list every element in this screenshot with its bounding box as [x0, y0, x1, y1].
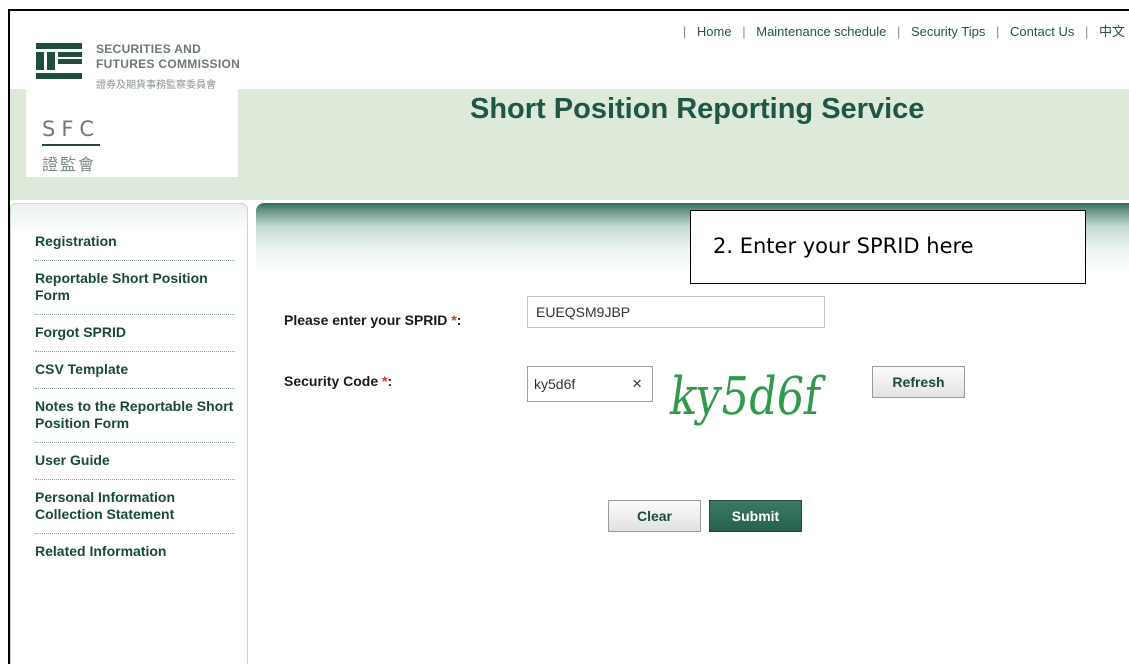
- sidebar-item-registration[interactable]: Registration: [35, 224, 235, 261]
- instruction-callout: 2. Enter your SPRID here: [690, 210, 1086, 284]
- page-frame: SECURITIES AND FUTURES COMMISSION 證券及期貨事…: [8, 9, 1129, 664]
- nav-maintenance-link[interactable]: Maintenance schedule: [756, 24, 886, 39]
- top-navigation: | Home | Maintenance schedule | Security…: [682, 24, 1125, 39]
- sfc-logo-mark-icon: [36, 43, 82, 79]
- sfc-logo[interactable]: SECURITIES AND FUTURES COMMISSION 證券及期貨事…: [26, 25, 241, 177]
- clear-input-icon[interactable]: ×: [632, 374, 642, 394]
- nav-contact-link[interactable]: Contact Us: [1010, 24, 1074, 39]
- clear-button[interactable]: Clear: [608, 500, 701, 532]
- submit-button[interactable]: Submit: [709, 500, 802, 532]
- sprid-input[interactable]: [527, 296, 825, 328]
- captcha-image: ky5d6f: [668, 367, 827, 427]
- sidebar-item-user-guide[interactable]: User Guide: [35, 443, 235, 480]
- page-title: Short Position Reporting Service: [470, 93, 925, 125]
- refresh-captcha-button[interactable]: Refresh: [872, 366, 965, 398]
- nav-security-tips-link[interactable]: Security Tips: [911, 24, 985, 39]
- security-code-input[interactable]: [528, 367, 618, 401]
- captcha-text: ky5d6f: [668, 367, 827, 427]
- sidebar-item-csv-template[interactable]: CSV Template: [35, 352, 235, 389]
- logo-divider: [42, 144, 100, 146]
- sidebar: Registration Reportable Short Position F…: [10, 203, 248, 664]
- security-code-label: Security Code *:: [284, 373, 393, 389]
- logo-abbr-chinese: 證監會: [42, 155, 97, 174]
- sidebar-item-short-position-form[interactable]: Reportable Short Position Form: [35, 261, 235, 315]
- sidebar-item-notes[interactable]: Notes to the Reportable Short Position F…: [35, 389, 235, 443]
- sprid-label: Please enter your SPRID *:: [284, 312, 462, 328]
- logo-org-chinese: 證券及期貨事務監察委員會: [96, 80, 216, 91]
- nav-chinese-link[interactable]: 中文: [1099, 24, 1125, 39]
- logo-org-name: SECURITIES AND FUTURES COMMISSION: [96, 42, 241, 71]
- security-code-field: ×: [527, 366, 653, 402]
- sidebar-item-forgot-sprid[interactable]: Forgot SPRID: [35, 315, 235, 352]
- sidebar-item-related-info[interactable]: Related Information: [35, 534, 235, 570]
- nav-home-link[interactable]: Home: [697, 24, 732, 39]
- sidebar-item-pics[interactable]: Personal Information Collection Statemen…: [35, 480, 235, 534]
- logo-abbr: SFC: [42, 117, 101, 141]
